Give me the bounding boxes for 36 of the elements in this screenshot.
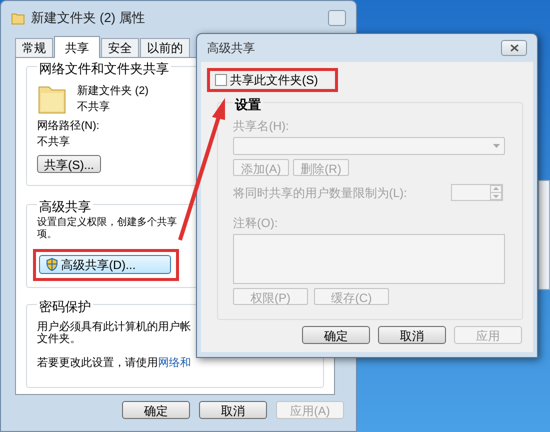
dialog-button[interactable]: 确定 [302,326,370,344]
tab[interactable]: 常规 [15,38,53,57]
dialog-title: 高级共享 [207,40,255,57]
share-button[interactable]: 共享(S)... [37,154,101,172]
close-button[interactable] [501,40,527,56]
folder-name: 新建文件夹 (2) [77,84,148,98]
description-text: 项。 [37,228,57,240]
tab[interactable]: 安全 [101,38,139,57]
share-folder-checkbox[interactable]: 共享此文件夹(S) [215,71,318,89]
checkbox[interactable] [215,74,227,86]
comment-label: 注释(O): [233,214,279,232]
share-name-label: 共享名(H): [233,118,290,134]
advanced-sharing-button[interactable]: 高级共享(D)... [39,255,171,274]
comment-field[interactable] [233,234,505,284]
tab[interactable]: 以前的 [140,38,190,57]
user-limit-spinner[interactable] [451,184,503,201]
close-icon [510,44,518,52]
change-text: 若要更改此设置，请使用 [37,356,158,370]
user-limit-label: 将同时共享的用户数量限制为(L): [233,184,407,202]
dialog-button[interactable]: 取消 [199,401,267,419]
description-text: 用户必须具有此计算机的用户帐 [37,320,191,332]
description-text: 文件夹。 [37,332,81,344]
spinner-arrows-icon [490,185,502,200]
tab[interactable]: 共享 [54,36,100,58]
path-label: 网络路径(N): [37,118,100,134]
dialog-button[interactable]: 取消 [378,326,446,344]
folder-icon [11,11,25,25]
share-status: 不共享 [77,100,111,115]
shield-icon [46,258,58,271]
window-title: 新建文件夹 (2) 属性 [31,9,146,28]
share-name-dropdown[interactable] [233,136,505,154]
path-value: 不共享 [37,134,70,150]
dropdown-arrow-icon [493,144,500,148]
network-link[interactable]: 网络和 [158,354,191,371]
description-text: 设置自定义权限，创建多个共享 [37,216,177,228]
dialog-button[interactable]: 确定 [122,401,190,419]
